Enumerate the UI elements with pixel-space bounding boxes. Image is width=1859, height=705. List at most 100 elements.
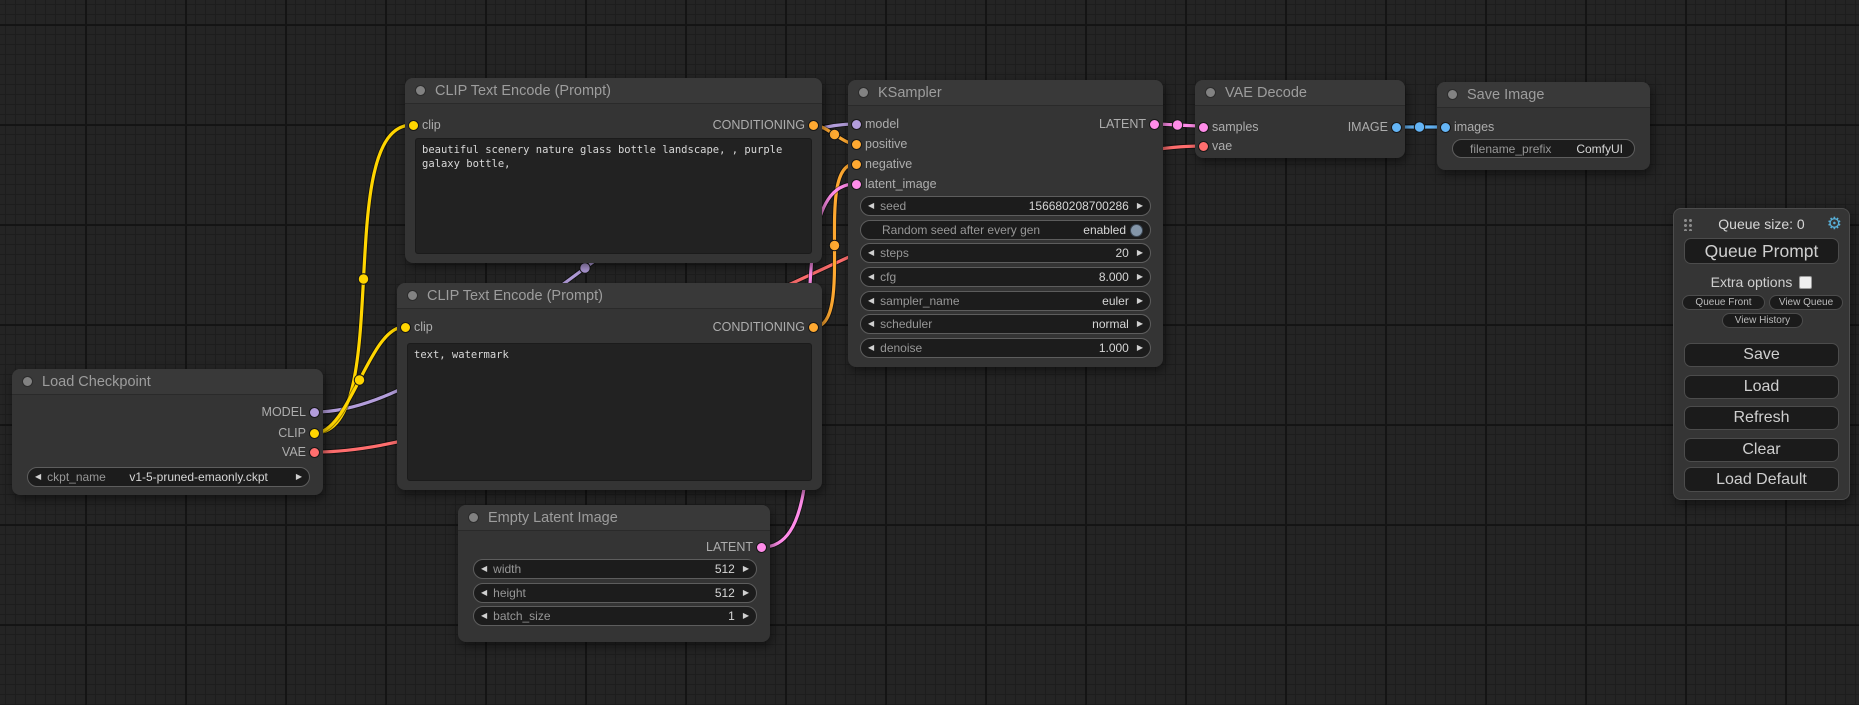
denoise-widget[interactable]: ◀ denoise 1.000 ▶ (860, 338, 1151, 358)
input-slot-images[interactable]: images (1437, 119, 1494, 135)
conditioning-slot-dot[interactable] (808, 322, 819, 333)
increment-arrow-icon[interactable]: ▶ (1137, 297, 1143, 305)
increment-arrow-icon[interactable]: ▶ (1137, 202, 1143, 210)
view-queue-button[interactable]: View Queue (1769, 295, 1843, 310)
output-slot-latent[interactable]: LATENT (706, 539, 770, 555)
output-slot-conditioning[interactable]: CONDITIONING (713, 319, 822, 335)
ckpt-name-widget[interactable]: ◀ ckpt_name v1-5-pruned-emaonly.ckpt ▶ (27, 467, 310, 487)
input-slot-negative[interactable]: negative (848, 156, 912, 172)
filename-prefix-widget[interactable]: filename_prefix ComfyUI (1452, 139, 1635, 158)
input-slot-latent-image[interactable]: latent_image (848, 176, 937, 192)
clip-slot-dot[interactable] (408, 120, 419, 131)
node-collapse-icon[interactable] (407, 290, 418, 301)
model-slot-dot[interactable] (851, 119, 862, 130)
increment-arrow-icon[interactable]: ▶ (743, 612, 749, 620)
increment-arrow-icon[interactable]: ▶ (743, 565, 749, 573)
model-slot-dot[interactable] (309, 407, 320, 418)
node-clip-text-encode-negative[interactable]: CLIP Text Encode (Prompt) clip CONDITION… (397, 283, 822, 490)
node-collapse-icon[interactable] (1447, 89, 1458, 100)
cfg-widget[interactable]: ◀ cfg 8.000 ▶ (860, 267, 1151, 287)
node-clip-text-encode-positive[interactable]: CLIP Text Encode (Prompt) clip CONDITION… (405, 78, 822, 263)
scheduler-widget[interactable]: ◀ scheduler normal ▶ (860, 314, 1151, 334)
increment-arrow-icon[interactable]: ▶ (1137, 344, 1143, 352)
latent-slot-dot[interactable] (851, 179, 862, 190)
vae-slot-dot[interactable] (1198, 141, 1209, 152)
output-slot-image[interactable]: IMAGE (1348, 119, 1405, 135)
image-slot-dot[interactable] (1391, 122, 1402, 133)
extra-options-checkbox[interactable] (1799, 276, 1812, 289)
output-slot-clip[interactable]: CLIP (278, 425, 323, 441)
decrement-arrow-icon[interactable]: ◀ (481, 565, 487, 573)
node-title-bar[interactable]: Load Checkpoint (12, 369, 323, 395)
decrement-arrow-icon[interactable]: ◀ (868, 249, 874, 257)
node-collapse-icon[interactable] (415, 85, 426, 96)
output-slot-vae[interactable]: VAE (282, 444, 323, 460)
node-title-bar[interactable]: Save Image (1437, 82, 1650, 108)
increment-arrow-icon[interactable]: ▶ (1137, 320, 1143, 328)
queue-front-button[interactable]: Queue Front (1682, 295, 1765, 310)
node-collapse-icon[interactable] (22, 376, 33, 387)
decrement-arrow-icon[interactable]: ◀ (481, 612, 487, 620)
random-seed-widget[interactable]: Random seed after every gen enabled (860, 220, 1151, 240)
gear-icon[interactable]: ⚙ (1827, 212, 1842, 236)
decrement-arrow-icon[interactable]: ◀ (868, 344, 874, 352)
input-slot-vae[interactable]: vae (1195, 138, 1232, 154)
decrement-arrow-icon[interactable]: ◀ (35, 473, 41, 481)
seed-widget[interactable]: ◀ seed 156680208700286 ▶ (860, 196, 1151, 216)
node-title-bar[interactable]: Empty Latent Image (458, 505, 770, 531)
node-title-bar[interactable]: CLIP Text Encode (Prompt) (397, 283, 822, 309)
clip-slot-dot[interactable] (400, 322, 411, 333)
width-widget[interactable]: ◀ width 512 ▶ (473, 559, 757, 579)
input-slot-clip[interactable]: clip (397, 319, 433, 335)
increment-arrow-icon[interactable]: ▶ (1137, 273, 1143, 281)
refresh-button[interactable]: Refresh (1684, 406, 1839, 430)
drag-handle-icon[interactable] (1683, 218, 1692, 231)
height-widget[interactable]: ◀ height 512 ▶ (473, 583, 757, 603)
latent-slot-dot[interactable] (1149, 119, 1160, 130)
node-collapse-icon[interactable] (858, 87, 869, 98)
sampler-name-widget[interactable]: ◀ sampler_name euler ▶ (860, 291, 1151, 311)
input-slot-samples[interactable]: samples (1195, 119, 1259, 135)
increment-arrow-icon[interactable]: ▶ (296, 473, 302, 481)
load-default-button[interactable]: Load Default (1684, 467, 1839, 492)
node-collapse-icon[interactable] (468, 512, 479, 523)
conditioning-slot-dot[interactable] (851, 159, 862, 170)
node-title-bar[interactable]: VAE Decode (1195, 80, 1405, 106)
vae-slot-dot[interactable] (309, 447, 320, 458)
view-history-button[interactable]: View History (1722, 313, 1803, 328)
decrement-arrow-icon[interactable]: ◀ (868, 273, 874, 281)
prompt-textarea[interactable]: beautiful scenery nature glass bottle la… (415, 138, 812, 254)
conditioning-slot-dot[interactable] (851, 139, 862, 150)
batch-size-widget[interactable]: ◀ batch_size 1 ▶ (473, 606, 757, 626)
image-slot-dot[interactable] (1440, 122, 1451, 133)
latent-slot-dot[interactable] (756, 542, 767, 553)
latent-slot-dot[interactable] (1198, 122, 1209, 133)
decrement-arrow-icon[interactable]: ◀ (868, 297, 874, 305)
node-save-image[interactable]: Save Image images filename_prefix ComfyU… (1437, 82, 1650, 170)
steps-widget[interactable]: ◀ steps 20 ▶ (860, 243, 1151, 263)
increment-arrow-icon[interactable]: ▶ (1137, 249, 1143, 257)
node-vae-decode[interactable]: VAE Decode samples vae IMAGE (1195, 80, 1405, 158)
graph-canvas[interactable]: Load Checkpoint MODEL CLIP VAE ◀ ckpt_na… (0, 0, 1859, 705)
decrement-arrow-icon[interactable]: ◀ (868, 320, 874, 328)
output-slot-model[interactable]: MODEL (262, 404, 323, 420)
random-seed-toggle[interactable] (1130, 224, 1143, 237)
node-load-checkpoint[interactable]: Load Checkpoint MODEL CLIP VAE ◀ ckpt_na… (12, 369, 323, 495)
conditioning-slot-dot[interactable] (808, 120, 819, 131)
prompt-textarea[interactable]: text, watermark (407, 343, 812, 481)
clip-slot-dot[interactable] (309, 428, 320, 439)
node-title-bar[interactable]: KSampler (848, 80, 1163, 106)
node-title-bar[interactable]: CLIP Text Encode (Prompt) (405, 78, 822, 104)
input-slot-model[interactable]: model (848, 116, 899, 132)
input-slot-clip[interactable]: clip (405, 117, 441, 133)
save-button[interactable]: Save (1684, 343, 1839, 367)
output-slot-conditioning[interactable]: CONDITIONING (713, 117, 822, 133)
output-slot-latent[interactable]: LATENT (1099, 116, 1163, 132)
load-button[interactable]: Load (1684, 375, 1839, 399)
node-ksampler[interactable]: KSampler model positive negative latent_… (848, 80, 1163, 367)
node-empty-latent-image[interactable]: Empty Latent Image LATENT ◀ width 512 ▶ … (458, 505, 770, 642)
queue-prompt-button[interactable]: Queue Prompt (1684, 238, 1839, 264)
clear-button[interactable]: Clear (1684, 438, 1839, 462)
input-slot-positive[interactable]: positive (848, 136, 907, 152)
decrement-arrow-icon[interactable]: ◀ (481, 589, 487, 597)
